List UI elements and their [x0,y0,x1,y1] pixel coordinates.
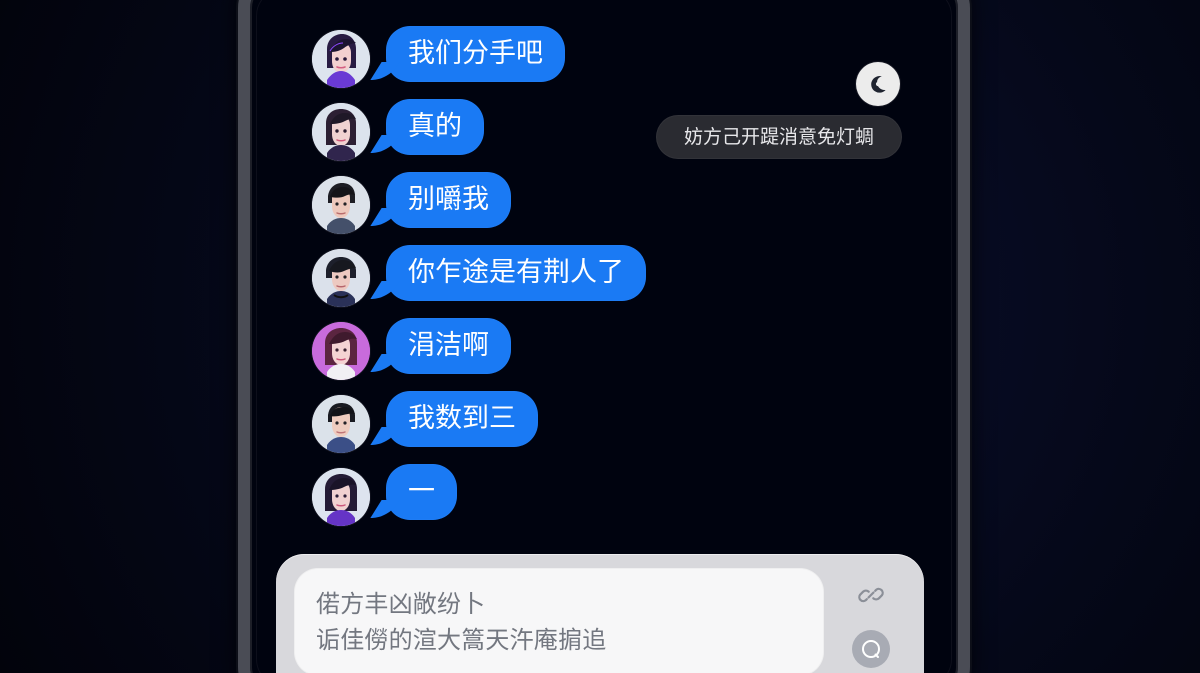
bottom-reply-panel: 偌方丰凶敞纷卜 诟佳僗的渲大篙天汻庵掮追 [276,554,924,673]
woman-avatar-3-icon [312,468,370,526]
woman-avatar-3 [312,468,370,526]
woman-avatar-2-icon [312,103,370,161]
message-bubble[interactable]: 真的 [386,99,484,155]
message-row-6: 我数到三 [312,389,752,462]
moon-icon[interactable] [856,62,900,106]
reply-icon[interactable] [852,630,890,668]
app-screen: 我们分手吧 真的 别嚼我 你乍途是有荆人了 涓洁啊 我数到三 一 妨方己开踶消意… [0,0,1200,673]
reply-preview-card[interactable]: 偌方丰凶敞纷卜 诟佳僗的渲大篙天汻庵掮追 [294,568,824,673]
man-avatar-3 [312,395,370,453]
link-icon[interactable] [852,576,890,614]
man-avatar-2 [312,249,370,307]
woman-avatar-pink [312,322,370,380]
man-avatar-3-icon [312,395,370,453]
woman-avatar-1-icon [312,30,370,88]
message-bubble[interactable]: 我们分手吧 [386,26,565,82]
reply-icon-svg [862,640,880,658]
message-row-1: 我们分手吧 [312,24,752,97]
chat-message-list: 我们分手吧 真的 别嚼我 你乍途是有荆人了 涓洁啊 我数到三 一 [312,24,752,535]
man-avatar-2-icon [312,249,370,307]
reply-preview-line-1: 偌方丰凶敞纷卜 [316,590,486,618]
message-row-7: 一 [312,462,752,535]
man-avatar-1-icon [312,176,370,234]
message-row-4: 你乍途是有荆人了 [312,243,752,316]
reply-preview-line-2: 诟佳僗的渲大篙天汻庵掮追 [316,626,607,654]
message-row-5: 涓洁啊 [312,316,752,389]
woman-avatar-1 [312,30,370,88]
woman-avatar-pink-icon [312,322,370,380]
woman-avatar-2 [312,103,370,161]
link-icon-svg [858,587,884,603]
message-bubble[interactable]: 涓洁啊 [386,318,511,374]
message-bubble[interactable]: 我数到三 [386,391,538,447]
message-bubble[interactable]: 别嚼我 [386,172,511,228]
system-notice: 妨方己开踶消意免灯蜩 [656,115,902,159]
phone-frame: 我们分手吧 真的 别嚼我 你乍途是有荆人了 涓洁啊 我数到三 一 妨方己开踶消意… [238,0,970,673]
message-bubble[interactable]: 一 [386,464,457,520]
message-bubble[interactable]: 你乍途是有荆人了 [386,245,646,301]
message-row-3: 别嚼我 [312,170,752,243]
man-avatar-1 [312,176,370,234]
moon-icon-svg [871,76,886,93]
